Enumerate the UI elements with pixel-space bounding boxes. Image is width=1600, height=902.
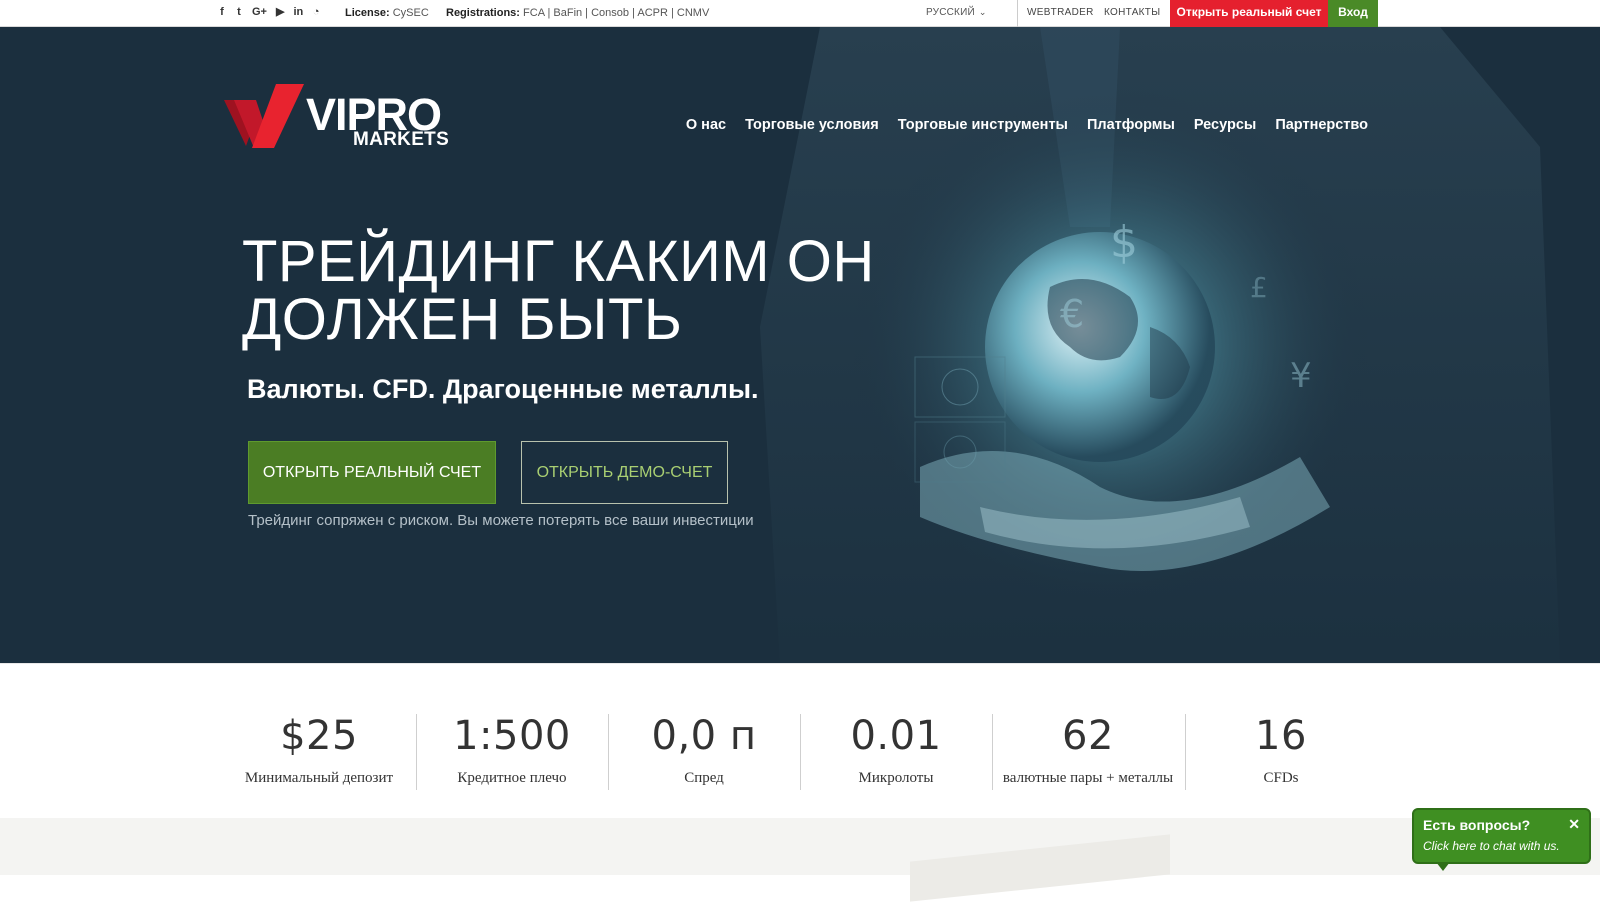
nav-item-platforms[interactable]: Платформы xyxy=(1087,117,1175,133)
hero-section: $ € ¥ £ VIPRO MARKETS О нас Торговые усл… xyxy=(0,27,1600,663)
live-chat-widget[interactable]: Есть вопросы? Click here to chat with us… xyxy=(1412,808,1591,871)
twitter-icon[interactable]: t xyxy=(235,5,243,19)
stat-label: Микролоты xyxy=(858,770,934,786)
open-real-account-button[interactable]: ОТКРЫТЬ РЕАЛЬНЫЙ СЧЕТ xyxy=(248,441,496,504)
license-label: License: xyxy=(345,7,390,19)
google-plus-icon[interactable]: G+ xyxy=(252,5,267,19)
stat-label: валютные пары + металлы xyxy=(1002,770,1174,786)
nav-item-about[interactable]: О нас xyxy=(686,117,726,133)
rss-icon[interactable]: ◔ xyxy=(312,5,320,19)
main-navigation: О нас Торговые условия Торговые инструме… xyxy=(686,117,1368,133)
hero-headline-line2: ДОЛЖЕН БЫТЬ xyxy=(242,287,683,352)
open-real-account-top-button[interactable]: Открыть реальный счет xyxy=(1170,0,1328,27)
vipro-markets-logo[interactable]: VIPRO MARKETS xyxy=(224,84,454,154)
chat-title: Есть вопросы? xyxy=(1423,817,1531,833)
stat-value: $25 xyxy=(280,713,358,759)
svg-text:¥: ¥ xyxy=(1290,356,1312,396)
nav-item-partnership[interactable]: Партнерство xyxy=(1275,117,1368,133)
contacts-link[interactable]: КОНТАКТЫ xyxy=(1104,7,1160,18)
registrations-value: FCA | BaFin | Consob | ACPR | CNMV xyxy=(523,7,710,19)
stat-spread: 0,0 п Спред xyxy=(608,714,800,787)
stat-label: CFDs xyxy=(1263,770,1299,786)
nav-item-trading-instruments[interactable]: Торговые инструменты xyxy=(898,117,1068,133)
youtube-icon[interactable]: ▶ xyxy=(276,5,284,19)
webtrader-link[interactable]: WEBTRADER xyxy=(1027,7,1094,18)
topbar-divider xyxy=(1017,0,1018,27)
license-info: License: CySEC xyxy=(345,7,429,19)
hero-headline-line1: ТРЕЙДИНГ КАКИМ ОН xyxy=(242,229,875,294)
facebook-icon[interactable]: f xyxy=(218,5,226,19)
svg-text:€: € xyxy=(1060,292,1084,336)
registrations-label: Registrations: xyxy=(446,7,520,19)
stats-section: $25 Минимальный депозит 1:500 Кредитное … xyxy=(0,663,1600,818)
nav-item-trading-conditions[interactable]: Торговые условия xyxy=(745,117,879,133)
license-value: CySEC xyxy=(392,7,429,19)
linkedin-icon[interactable]: in xyxy=(293,5,303,19)
next-section-preview xyxy=(0,818,1600,902)
language-selector[interactable]: РУССКИЙ ⌄ xyxy=(926,7,987,18)
stat-label: Спред xyxy=(684,770,724,786)
risk-warning: Трейдинг сопряжен с риском. Вы можете по… xyxy=(248,512,754,529)
stat-currency-pairs: 62 валютные пары + металлы xyxy=(992,714,1184,787)
stat-label: Кредитное плечо xyxy=(457,770,567,786)
chat-subtitle: Click here to chat with us. xyxy=(1423,839,1560,853)
login-button[interactable]: Вход xyxy=(1328,0,1378,27)
logo-text-markets: MARKETS xyxy=(353,129,450,150)
stat-microlots: 0.01 Микролоты xyxy=(800,714,992,787)
stat-value: 0.01 xyxy=(850,713,942,759)
svg-text:£: £ xyxy=(1250,271,1268,304)
open-demo-account-button[interactable]: ОТКРЫТЬ ДЕМО-СЧЕТ xyxy=(521,441,728,504)
stat-value: 62 xyxy=(1062,713,1114,759)
stat-leverage: 1:500 Кредитное плечо xyxy=(416,714,608,787)
stat-label: Минимальный депозит xyxy=(244,770,394,786)
stat-value: 1:500 xyxy=(453,713,571,759)
stat-value: 0,0 п xyxy=(651,713,757,759)
svg-text:$: $ xyxy=(1110,217,1138,268)
chat-bubble-tail xyxy=(1436,862,1450,871)
stat-value: 16 xyxy=(1255,713,1307,759)
hero-subheading: Валюты. CFD. Драгоценные металлы. xyxy=(247,374,759,404)
close-icon[interactable]: ✕ xyxy=(1568,816,1580,833)
chevron-down-icon: ⌄ xyxy=(978,7,987,17)
top-utility-bar: f t G+ ▶ in ◔ License: CySEC Registratio… xyxy=(0,0,1600,27)
social-links: f t G+ ▶ in ◔ xyxy=(218,5,320,19)
stat-min-deposit: $25 Минимальный депозит xyxy=(223,714,415,787)
registrations-info: Registrations: FCA | BaFin | Consob | AC… xyxy=(446,7,709,19)
language-label: РУССКИЙ xyxy=(926,7,975,18)
logo-mark-icon xyxy=(224,84,304,148)
stat-cfds: 16 CFDs xyxy=(1185,714,1377,787)
hero-headline: ТРЕЙДИНГ КАКИМ ОН ДОЛЖЕН БЫТЬ xyxy=(242,233,875,349)
decorative-shape xyxy=(910,834,1170,902)
nav-item-resources[interactable]: Ресурсы xyxy=(1194,117,1256,133)
